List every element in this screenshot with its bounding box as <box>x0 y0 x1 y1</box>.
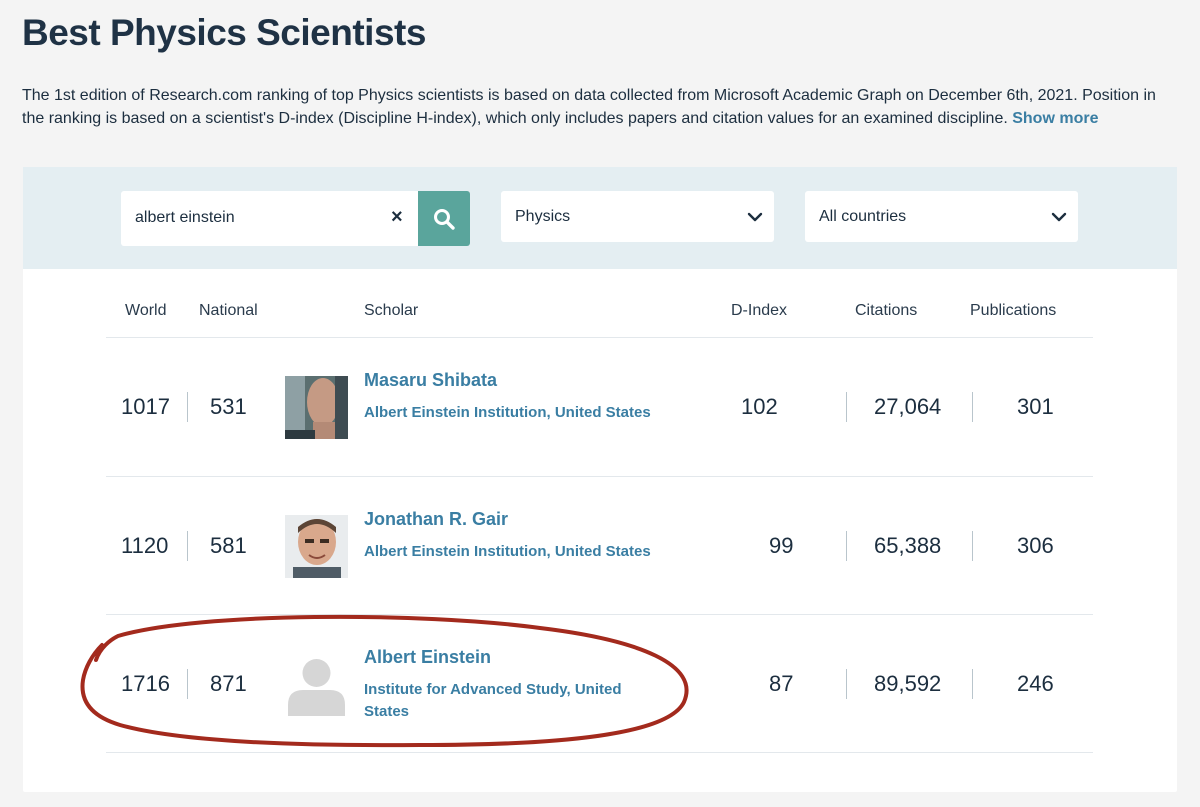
scholar-photo <box>285 515 348 578</box>
national-rank: 581 <box>210 533 247 558</box>
scholar-photo <box>285 376 348 439</box>
ranking-panel: × Physics All countries World National S… <box>23 167 1177 792</box>
discipline-select-value: Physics <box>515 208 571 225</box>
cell-divider <box>846 392 847 422</box>
scholar-name-link[interactable]: Masaru Shibata <box>364 370 497 391</box>
national-rank: 531 <box>210 394 247 419</box>
scholar-name-link[interactable]: Jonathan R. Gair <box>364 509 508 530</box>
filter-bar: × Physics All countries <box>23 167 1177 269</box>
close-icon[interactable]: × <box>391 206 403 229</box>
intro-text: The 1st edition of Research.com ranking … <box>22 84 1172 130</box>
table-row[interactable]: 1120 581 Jonathan R. Gair Albert Einstei… <box>106 477 1093 615</box>
citations-value: 89,592 <box>874 671 942 696</box>
scholar-institution-link[interactable]: Albert Einstein Institution, United Stat… <box>364 402 654 424</box>
cell-divider <box>846 669 847 699</box>
country-select-value: All countries <box>819 208 907 225</box>
user-placeholder-icon <box>285 653 348 716</box>
scholar-name-link[interactable]: Albert Einstein <box>364 647 491 668</box>
search-box: × <box>121 191 418 246</box>
chevron-down-icon <box>1051 212 1067 222</box>
chevron-down-icon <box>747 212 763 222</box>
search-button[interactable] <box>418 191 470 246</box>
publications-value: 246 <box>1017 671 1054 696</box>
header-national: National <box>199 302 258 319</box>
row-divider <box>106 752 1093 753</box>
table-row[interactable]: 1017 531 Masaru Shibata Albert Einstein … <box>106 338 1093 476</box>
country-select[interactable]: All countries <box>805 191 1078 242</box>
avatar[interactable] <box>285 653 348 716</box>
national-rank: 871 <box>210 671 247 696</box>
avatar[interactable] <box>285 515 348 578</box>
world-rank: 1716 <box>121 671 170 696</box>
header-citations: Citations <box>855 302 918 319</box>
header-world: World <box>125 302 167 319</box>
dindex-value: 87 <box>769 671 794 696</box>
header-publications: Publications <box>970 302 1057 319</box>
world-rank: 1120 <box>121 533 169 558</box>
page-title: Best Physics Scientists <box>22 12 426 53</box>
cell-divider <box>846 531 847 561</box>
publications-value: 306 <box>1017 533 1054 558</box>
discipline-select[interactable]: Physics <box>501 191 774 242</box>
publications-value: 301 <box>1017 394 1054 419</box>
header-dindex: D-Index <box>731 302 788 319</box>
avatar[interactable] <box>285 376 348 439</box>
cell-divider <box>187 531 188 561</box>
search-input[interactable] <box>135 207 385 229</box>
table-row[interactable]: 1716 871 Albert Einstein Institute for A… <box>106 615 1093 753</box>
dindex-value: 99 <box>769 533 794 558</box>
cell-divider <box>972 531 973 561</box>
world-rank: 1017 <box>121 394 170 419</box>
cell-divider <box>972 392 973 422</box>
cell-divider <box>972 669 973 699</box>
dindex-value: 102 <box>741 394 778 419</box>
search-icon <box>434 208 455 230</box>
scholar-institution-link[interactable]: Institute for Advanced Study, United Sta… <box>364 679 654 723</box>
cell-divider <box>187 392 188 422</box>
citations-value: 65,388 <box>874 533 942 558</box>
header-scholar: Scholar <box>364 302 419 319</box>
scholar-institution-link[interactable]: Albert Einstein Institution, United Stat… <box>364 541 654 563</box>
intro-body: The 1st edition of Research.com ranking … <box>22 87 1156 127</box>
show-more-link[interactable]: Show more <box>1012 110 1098 127</box>
citations-value: 27,064 <box>874 394 942 419</box>
cell-divider <box>187 669 188 699</box>
